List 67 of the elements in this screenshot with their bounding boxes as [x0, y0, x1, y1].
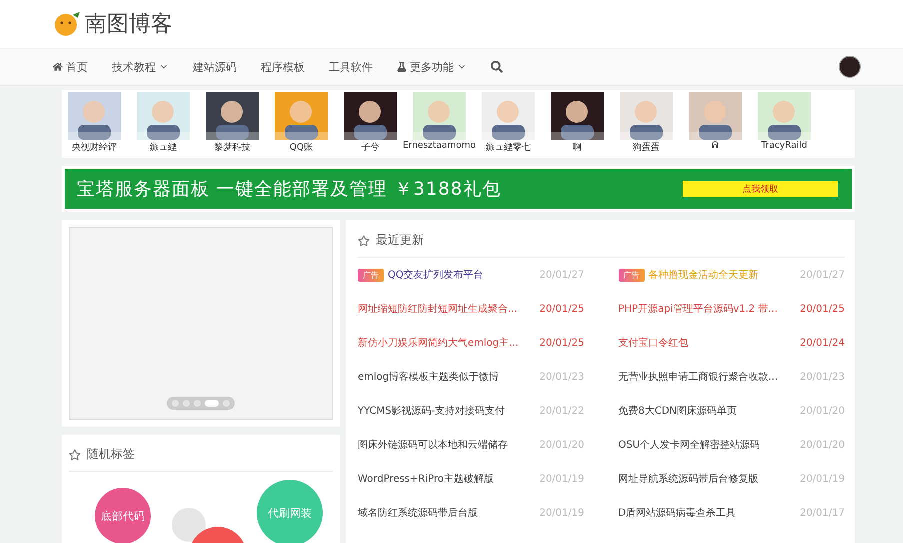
post-date: 20/01/25 [800, 304, 845, 314]
fruit-logo-icon [53, 11, 83, 37]
post-date: 20/01/24 [800, 338, 845, 348]
star-icon [358, 234, 370, 246]
post-date: 20/01/20 [800, 440, 845, 450]
post-link[interactable]: 网址导航系统源码带后台修复版 [618, 472, 758, 486]
nav-link[interactable]: 工具软件 [329, 60, 373, 74]
slider-dot[interactable] [183, 400, 190, 407]
post-date: 20/01/25 [540, 304, 584, 314]
user-avatar[interactable] [839, 56, 861, 78]
post-link[interactable]: 域名防红系统源码带后台版 [358, 506, 478, 520]
post-date: 20/01/19 [800, 474, 845, 484]
post-link[interactable]: 新仿小刀娱乐网简约大气emlog主... [358, 336, 519, 350]
post-link[interactable]: 免费8大CDN图床源码单页 [618, 404, 738, 418]
visitor-name[interactable]: 狗蛋蛋 [633, 141, 660, 154]
panel-title: 最近更新 [376, 232, 424, 249]
ad-banner[interactable]: 宝塔服务器面板 一键全能部署及管理 ￥3188礼包 点我领取 [62, 166, 855, 212]
post-date: 20/01/22 [540, 406, 584, 416]
nav-link[interactable]: 程序模板 [261, 60, 305, 74]
panel-title: 随机标签 [87, 446, 135, 463]
nav-link[interactable]: 首页 [53, 60, 88, 74]
ad-badge: 广告 [358, 268, 384, 282]
post-date: 20/01/19 [540, 474, 584, 484]
ad-badge: 广告 [618, 268, 644, 282]
flask-icon [397, 62, 407, 72]
visitor-name[interactable]: QQ账 [290, 141, 314, 154]
banner-text: 宝塔服务器面板 一键全能部署及管理 ￥3188礼包 [77, 178, 502, 201]
post-link[interactable]: WordPress+RiPro主题破解版 [358, 472, 494, 486]
home-icon [53, 62, 63, 72]
post-link[interactable]: emlog博客模板主题类似于微博 [358, 370, 500, 384]
post-link[interactable]: PHP开源api管理平台源码v1.2 带... [618, 302, 778, 316]
nav-link[interactable]: 建站源码 [193, 60, 237, 74]
slider-dot[interactable] [194, 400, 201, 407]
post-link[interactable]: 无营业执照申请工商银行聚合收款... [618, 370, 778, 384]
visitor-name[interactable]: 啊 [573, 141, 582, 154]
slider-dot[interactable] [223, 400, 230, 407]
search-icon[interactable] [491, 61, 503, 73]
nav-link[interactable]: 更多功能 [397, 60, 467, 74]
post-date: 20/01/20 [800, 406, 845, 416]
star-icon [69, 448, 81, 460]
post-link[interactable]: D盾网站源码病毒查杀工具 [618, 506, 736, 520]
visitor-name[interactable]: 央视财经评 [72, 141, 117, 154]
nav-link[interactable]: 技术教程 [112, 60, 169, 74]
post-date: 20/01/23 [540, 372, 584, 382]
visitor-name[interactable]: 鏃ュ緸零七 [486, 141, 531, 154]
visitor-name[interactable]: ᕱ [712, 141, 719, 151]
post-link[interactable]: 广告 QQ交友扩列发布平台 [358, 268, 484, 282]
post-date: 20/01/27 [800, 270, 845, 280]
post-link[interactable]: 网址缩短防红防封短网址生成聚合... [358, 302, 518, 316]
post-link[interactable]: 支付宝口令红包 [618, 336, 688, 350]
post-date: 20/01/27 [540, 270, 584, 280]
post-date: 20/01/20 [540, 440, 584, 450]
post-link[interactable]: 图床外链源码可以本地和云端储存 [358, 438, 508, 452]
post-link[interactable]: OSU个人发卡网全解密整站源码 [618, 438, 760, 452]
post-date: 20/01/19 [540, 508, 584, 518]
claim-button[interactable]: 点我领取 [683, 181, 838, 197]
post-date: 20/01/25 [540, 338, 584, 348]
visitor-name[interactable]: Ernesztaamomo [403, 141, 476, 151]
slider-dot[interactable] [172, 400, 179, 407]
visitor-name[interactable]: 鏃ュ緸 [150, 141, 177, 154]
post-date: 20/01/23 [800, 372, 845, 382]
visitor-name[interactable]: 子兮 [362, 141, 380, 154]
visitor-name[interactable]: 黎梦科技 [214, 141, 250, 154]
visitor-name[interactable]: TracyRaild [762, 141, 808, 151]
post-link[interactable]: YYCMS影视源码-支持对接码支付 [358, 404, 506, 418]
logo-text[interactable]: 南图博客 [85, 9, 173, 39]
post-date: 20/01/17 [800, 508, 845, 518]
